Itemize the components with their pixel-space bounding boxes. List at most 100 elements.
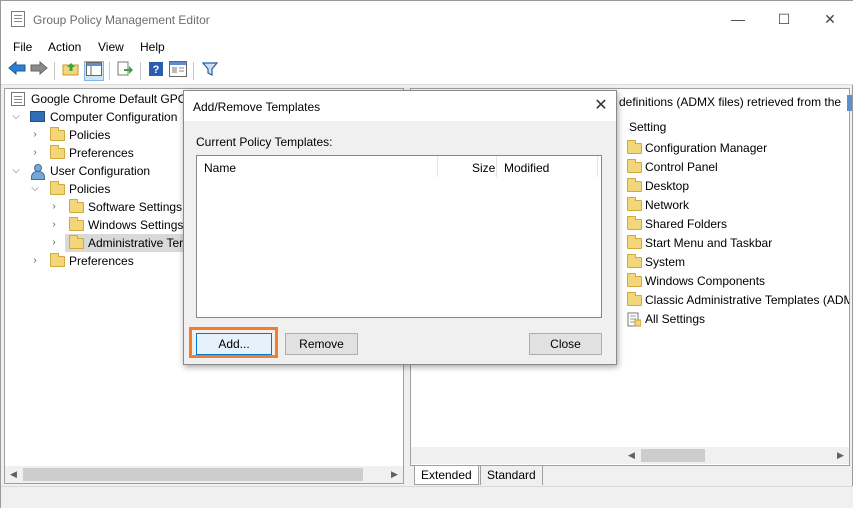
maximize-button[interactable]: ☐ xyxy=(761,1,807,38)
list-item-label: Control Panel xyxy=(645,160,718,174)
folder-icon xyxy=(627,159,642,173)
folder-icon xyxy=(50,181,65,195)
forward-arrow-icon[interactable] xyxy=(29,60,49,81)
column-divider xyxy=(437,156,438,177)
folder-icon xyxy=(627,140,642,154)
tree-item-software-settings[interactable]: › Software Settings xyxy=(9,198,209,216)
list-item-label: Classic Administrative Templates (ADM xyxy=(645,293,849,307)
add-button[interactable]: Add... xyxy=(196,333,272,355)
folder-icon xyxy=(627,254,642,268)
folder-icon xyxy=(50,145,65,159)
header-edge-accent xyxy=(847,95,852,111)
tree-item-windows-settings[interactable]: › Windows Settings xyxy=(9,216,209,234)
toolbar-separator xyxy=(140,62,141,80)
scroll-right-icon[interactable]: ▶ xyxy=(832,447,849,464)
tree-label: User Configuration xyxy=(50,164,151,178)
folder-icon xyxy=(627,235,642,249)
minimize-button[interactable]: — xyxy=(715,1,761,38)
tree-item-cc-policies[interactable]: › Policies xyxy=(9,126,209,144)
chevron-right-icon[interactable]: › xyxy=(30,144,40,162)
details-horizontal-scrollbar[interactable]: ◀ ▶ xyxy=(411,447,849,464)
tree-label: Preferences xyxy=(69,146,134,160)
list-item-label: Windows Components xyxy=(645,274,766,288)
scroll-left-icon[interactable]: ◀ xyxy=(623,447,640,464)
folder-icon xyxy=(69,217,84,231)
column-header-name[interactable]: Name xyxy=(204,156,236,180)
policy-editor-app-icon xyxy=(11,11,25,27)
close-window-button[interactable]: ✕ xyxy=(807,1,853,38)
scroll-thumb[interactable] xyxy=(23,468,363,481)
view-tabs: Extended Standard xyxy=(410,466,850,486)
folder-icon xyxy=(627,178,642,192)
remove-button[interactable]: Remove xyxy=(285,333,358,355)
close-button[interactable]: Close xyxy=(529,333,602,355)
chevron-down-icon[interactable]: ⌵ xyxy=(30,180,40,198)
tree-label: Preferences xyxy=(69,254,134,268)
toolbar: ? xyxy=(1,58,853,85)
templates-listview[interactable]: Name Size Modified xyxy=(196,155,602,318)
list-item-label: Configuration Manager xyxy=(645,141,768,155)
tab-extended[interactable]: Extended xyxy=(414,466,479,485)
folder-icon xyxy=(627,273,642,287)
folder-icon xyxy=(69,235,84,249)
chevron-right-icon[interactable]: › xyxy=(49,198,59,216)
show-hide-tree-icon[interactable] xyxy=(84,61,104,81)
tree-item-user-configuration[interactable]: ⌵ User Configuration xyxy=(9,162,209,180)
all-settings-icon xyxy=(627,312,642,327)
status-bar xyxy=(1,486,853,508)
folder-icon xyxy=(627,216,642,230)
up-folder-icon[interactable] xyxy=(61,61,81,81)
menu-file[interactable]: File xyxy=(13,40,32,54)
back-arrow-icon[interactable] xyxy=(7,60,27,81)
scroll-thumb[interactable] xyxy=(641,449,705,462)
setting-column-header[interactable]: Setting xyxy=(629,120,666,134)
add-remove-templates-dialog: Add/Remove Templates ✕ Current Policy Te… xyxy=(183,90,617,365)
toolbar-separator xyxy=(193,62,194,80)
tree-label: Software Settings xyxy=(88,200,183,214)
dialog-title: Add/Remove Templates xyxy=(193,100,321,114)
scroll-right-icon[interactable]: ▶ xyxy=(386,466,403,483)
properties-icon[interactable] xyxy=(168,61,188,81)
chevron-right-icon[interactable]: › xyxy=(49,234,59,252)
menu-help[interactable]: Help xyxy=(140,40,165,54)
column-divider xyxy=(597,156,598,177)
menu-action[interactable]: Action xyxy=(48,40,81,54)
tree-item-computer-configuration[interactable]: ⌵ Computer Configuration xyxy=(9,108,209,126)
tree-item-uc-policies[interactable]: ⌵ Policies xyxy=(9,180,209,198)
current-templates-label: Current Policy Templates: xyxy=(196,135,333,149)
dialog-title-bar: Add/Remove Templates ✕ xyxy=(184,91,616,121)
menu-bar: File Action View Help xyxy=(1,38,853,58)
title-bar: Group Policy Management Editor — ☐ ✕ xyxy=(1,1,853,38)
chevron-right-icon[interactable]: › xyxy=(30,126,40,144)
user-icon xyxy=(31,164,45,180)
column-header-size[interactable]: Size xyxy=(472,156,495,180)
computer-icon xyxy=(30,111,45,122)
chevron-right-icon[interactable]: › xyxy=(49,216,59,234)
toolbar-separator xyxy=(109,62,110,80)
tree-label: Policies xyxy=(69,182,111,196)
list-item-label: Desktop xyxy=(645,179,690,193)
menu-view[interactable]: View xyxy=(98,40,124,54)
folder-icon xyxy=(69,199,84,213)
list-item-label: Network xyxy=(645,198,690,212)
tab-standard[interactable]: Standard xyxy=(480,466,543,485)
list-item-label: All Settings xyxy=(645,312,706,326)
tree-item-uc-preferences[interactable]: › Preferences xyxy=(9,252,209,270)
filter-icon[interactable] xyxy=(200,61,220,81)
chevron-down-icon[interactable]: ⌵ xyxy=(11,108,21,126)
list-item[interactable]: Classic Administrative Templates (ADM xyxy=(627,291,849,310)
chevron-down-icon[interactable]: ⌵ xyxy=(11,162,21,180)
tree-horizontal-scrollbar[interactable]: ◀ ▶ xyxy=(5,466,403,483)
window-title: Group Policy Management Editor xyxy=(33,13,210,27)
help-icon[interactable]: ? xyxy=(146,61,166,81)
scroll-left-icon[interactable]: ◀ xyxy=(5,466,22,483)
chevron-right-icon[interactable]: › xyxy=(30,252,40,270)
dialog-close-icon[interactable]: ✕ xyxy=(588,94,614,118)
tree-item-cc-preferences[interactable]: › Preferences xyxy=(9,144,209,162)
tree-label: Windows Settings xyxy=(88,218,184,232)
column-divider xyxy=(496,156,497,177)
column-header-modified[interactable]: Modified xyxy=(504,156,549,180)
toolbar-separator xyxy=(54,62,55,80)
folder-icon xyxy=(627,197,642,211)
export-list-icon[interactable] xyxy=(115,61,135,81)
